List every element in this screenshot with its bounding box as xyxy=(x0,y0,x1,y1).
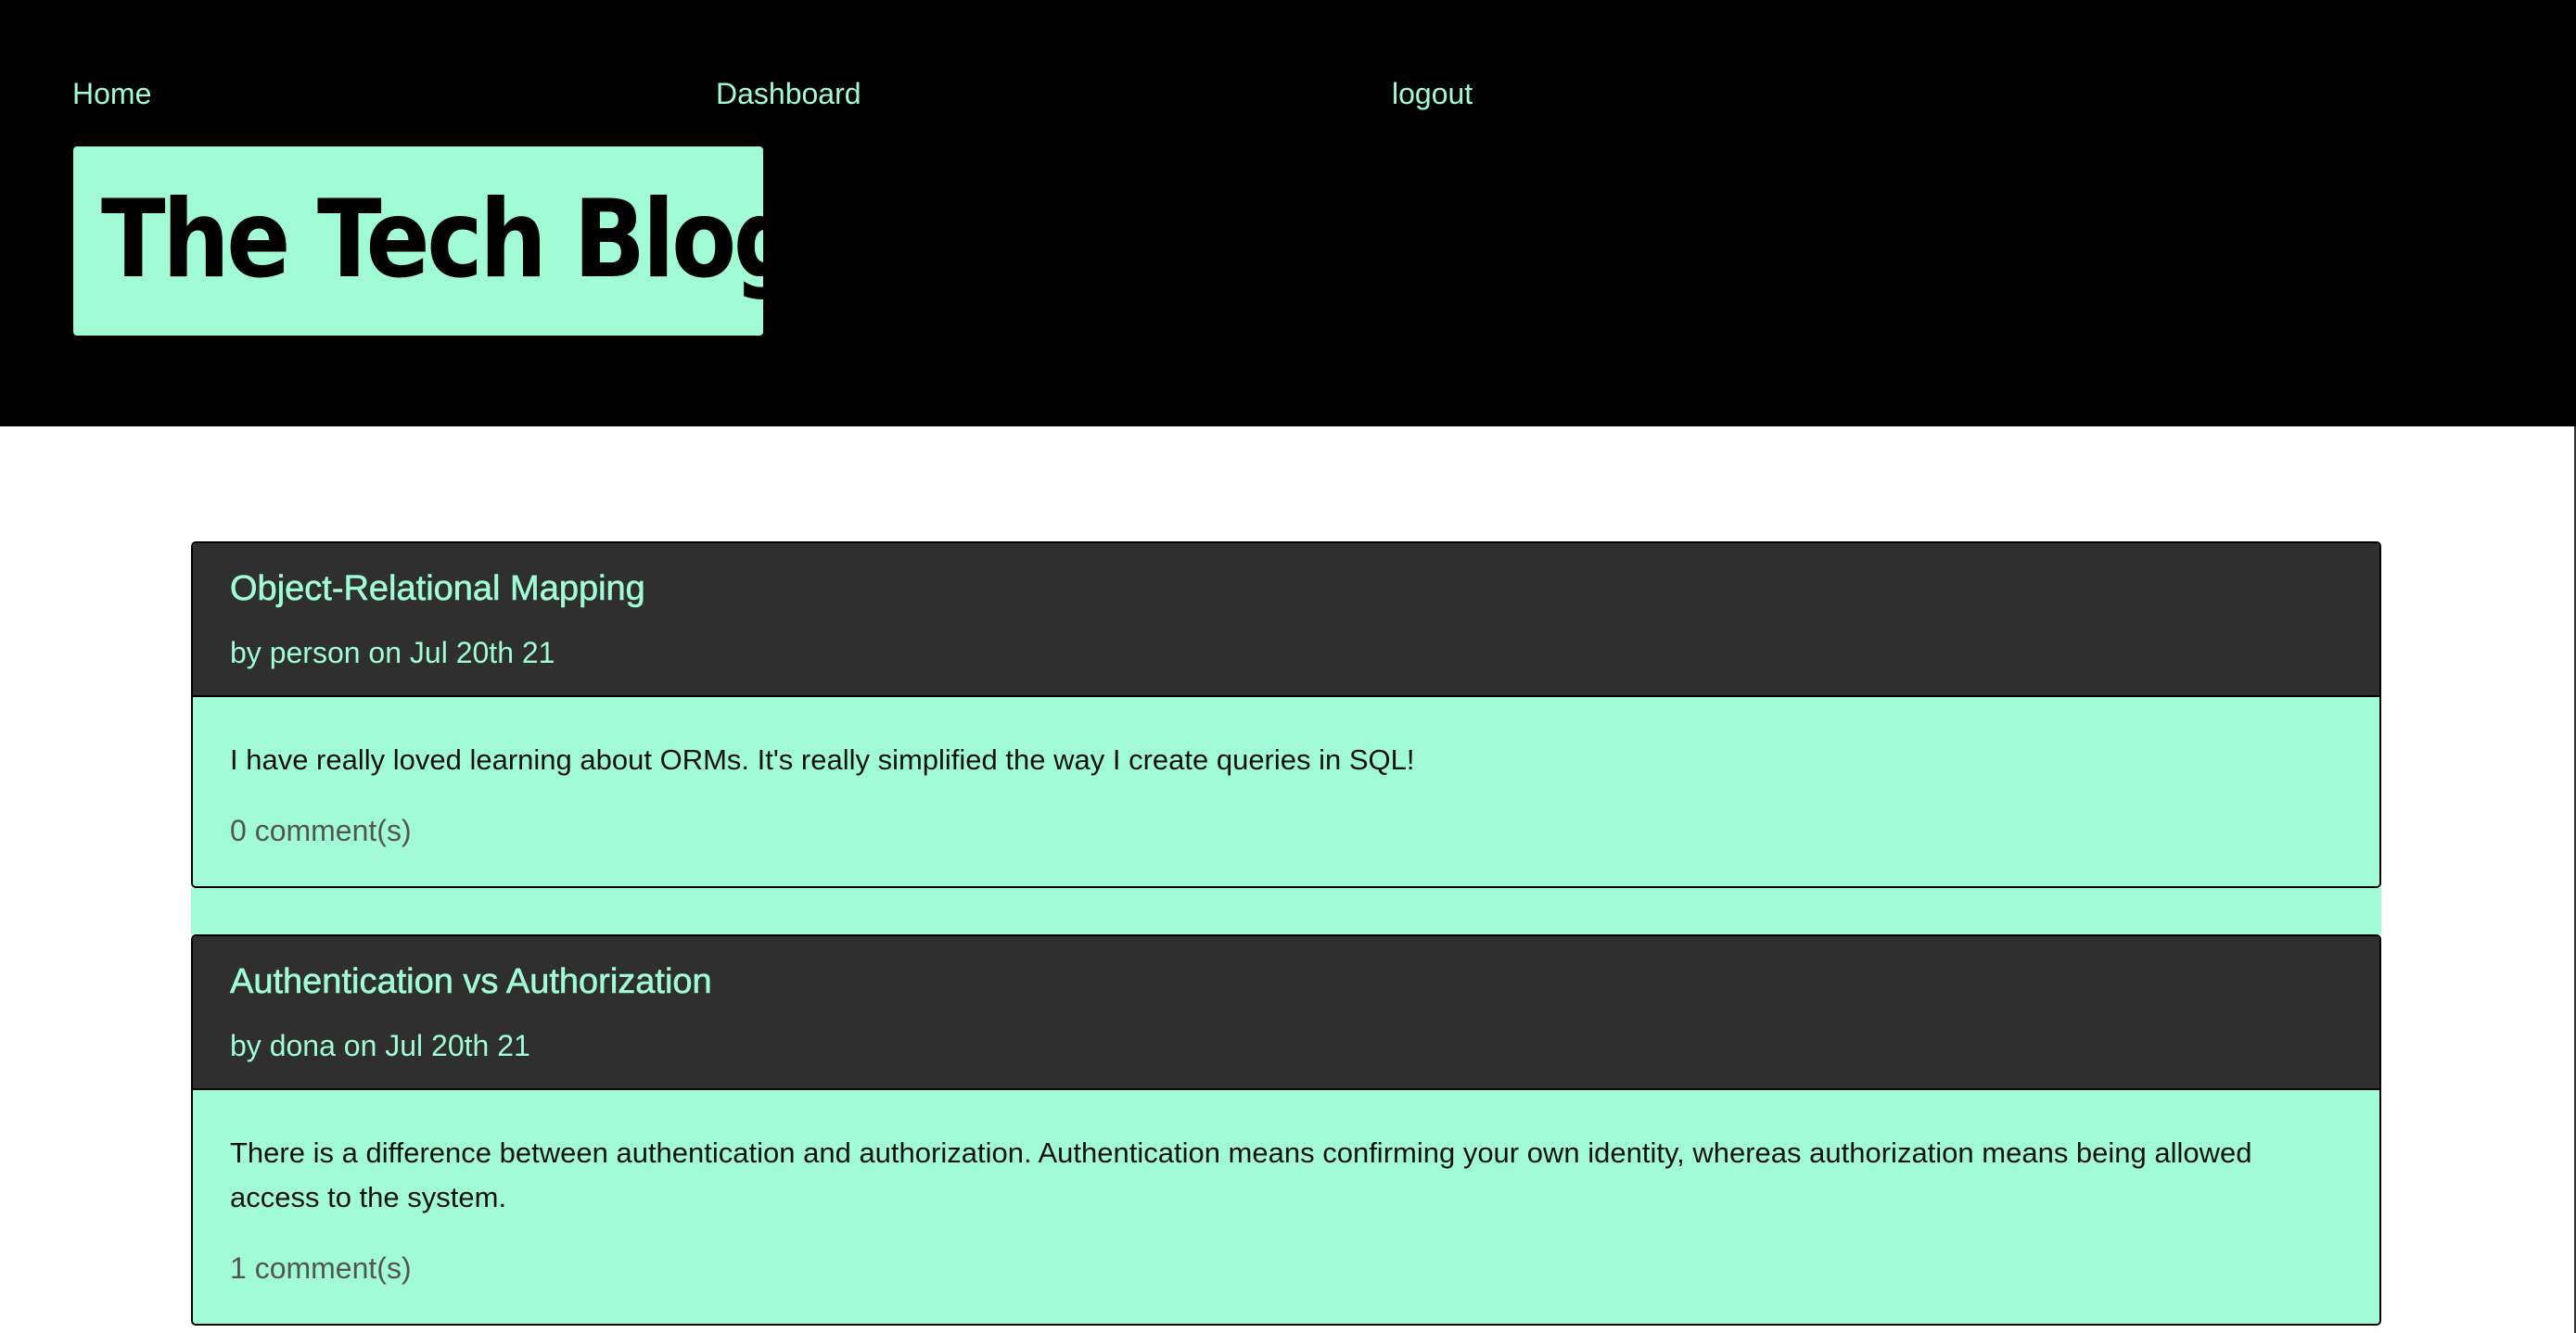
nav-logout-link[interactable]: logout xyxy=(1392,72,1473,115)
post-text: I have really loved learning about ORMs.… xyxy=(230,743,1415,776)
post-body: There is a difference between authentica… xyxy=(193,1090,2379,1324)
main-content: Object-Relational Mapping by person on J… xyxy=(0,426,2576,1333)
post-meta: by dona on Jul 20th 21 xyxy=(230,1029,530,1062)
post-list: Object-Relational Mapping by person on J… xyxy=(191,541,2381,1326)
post-header: Authentication vs Authorization by dona … xyxy=(193,936,2379,1090)
post-separator xyxy=(191,888,2381,934)
post-comment-count: 0 comment(s) xyxy=(230,814,412,847)
nav-home-link[interactable]: Home xyxy=(72,72,151,115)
post-meta: by person on Jul 20th 21 xyxy=(230,636,555,669)
nav-dashboard-link[interactable]: Dashboard xyxy=(716,72,861,115)
post-card[interactable]: Object-Relational Mapping by person on J… xyxy=(191,541,2381,888)
site-title: The Tech Blog xyxy=(101,177,801,302)
post-title[interactable]: Object-Relational Mapping xyxy=(230,567,2342,610)
post-body: I have really loved learning about ORMs.… xyxy=(193,697,2379,886)
post-comment-count: 1 comment(s) xyxy=(230,1251,412,1285)
post-text: There is a difference between authentica… xyxy=(230,1136,2252,1213)
site-logo: The Tech Blog xyxy=(73,146,801,336)
post-header: Object-Relational Mapping by person on J… xyxy=(193,543,2379,697)
post-title[interactable]: Authentication vs Authorization xyxy=(230,960,2342,1003)
post-card[interactable]: Authentication vs Authorization by dona … xyxy=(191,934,2381,1326)
site-header: Home Dashboard logout The Tech Blog xyxy=(0,0,2576,426)
